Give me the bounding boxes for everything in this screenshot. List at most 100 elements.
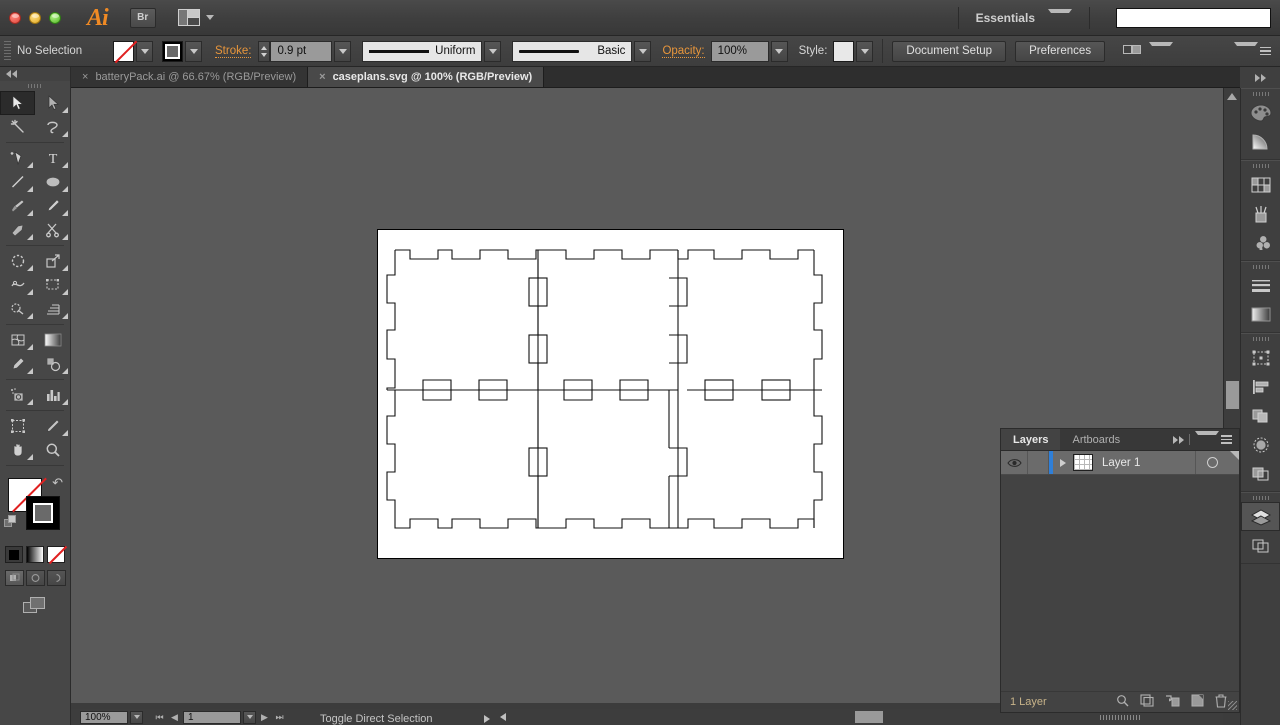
fill-color-swatch[interactable] <box>113 40 134 62</box>
slice-tool[interactable] <box>35 414 70 438</box>
blob-brush-tool[interactable] <box>0 218 35 242</box>
screen-mode-button[interactable] <box>23 597 47 615</box>
stroke-color-swatch[interactable] <box>162 40 183 62</box>
eye-icon[interactable] <box>1001 458 1027 468</box>
close-window-button[interactable] <box>9 11 21 24</box>
opacity-field[interactable]: 100% <box>710 40 769 62</box>
artboard[interactable] <box>377 229 844 559</box>
zoom-tool[interactable] <box>35 438 70 462</box>
color-panel-icon[interactable] <box>1241 98 1280 127</box>
free-transform-tool[interactable] <box>35 273 70 297</box>
align-panel-icon[interactable] <box>1241 372 1280 401</box>
stroke-weight-stepper[interactable] <box>258 40 271 62</box>
stroke-weight-dropdown-button[interactable] <box>334 40 352 62</box>
gradient-mode-button[interactable] <box>26 546 44 563</box>
transparency-panel-icon[interactable] <box>1241 430 1280 459</box>
vertical-scrollbar-thumb[interactable] <box>1226 381 1239 409</box>
stroke-profile-dropdown-button[interactable] <box>484 40 502 62</box>
dock-group-grip-2[interactable] <box>1241 161 1280 170</box>
lasso-tool[interactable] <box>35 115 70 139</box>
color-mode-button[interactable] <box>5 546 23 563</box>
arrange-documents-icon[interactable] <box>177 9 200 26</box>
panel-resize-handle[interactable] <box>1228 701 1237 710</box>
tab-artboards[interactable]: Artboards <box>1060 429 1132 450</box>
workspace-switcher[interactable]: Essentials <box>948 6 1104 29</box>
gradient-panel-icon[interactable] <box>1241 300 1280 329</box>
graphic-style-dropdown-button[interactable] <box>856 40 874 62</box>
stroke-dropdown-button[interactable] <box>185 40 202 62</box>
preferences-button[interactable]: Preferences <box>1015 40 1106 62</box>
gradient-tool[interactable] <box>35 328 70 352</box>
brush-definition-dropdown-button[interactable] <box>634 40 652 62</box>
close-tab-icon[interactable]: × <box>82 71 88 83</box>
pen-tool[interactable] <box>0 146 35 170</box>
fill-dropdown-button[interactable] <box>136 40 153 62</box>
scale-tool[interactable] <box>35 249 70 273</box>
transform-panel-icon[interactable] <box>1241 343 1280 372</box>
default-fill-stroke-icon[interactable] <box>4 515 17 528</box>
hand-tool[interactable] <box>0 438 35 462</box>
first-artboard-button[interactable]: ⏮ <box>153 711 166 724</box>
artboard-dropdown-button[interactable] <box>243 710 256 724</box>
swatches-panel-icon[interactable] <box>1241 170 1280 199</box>
pencil-tool[interactable] <box>35 194 70 218</box>
layers-panel-icon[interactable] <box>1241 502 1280 531</box>
brush-definition-dropdown[interactable]: Basic <box>512 40 633 62</box>
last-artboard-button[interactable]: ⏭ <box>273 711 286 724</box>
create-new-layer-icon[interactable] <box>1191 694 1204 710</box>
dock-group-grip-5[interactable] <box>1241 493 1280 502</box>
artboard-number-field[interactable]: 1 <box>183 710 241 724</box>
width-tool[interactable] <box>0 273 35 297</box>
opacity-dropdown-button[interactable] <box>770 40 788 62</box>
document-setup-button[interactable]: Document Setup <box>892 40 1007 62</box>
zoom-level-field[interactable]: 100% <box>80 710 128 724</box>
blend-tool[interactable] <box>35 352 70 376</box>
column-graph-tool[interactable] <box>35 383 70 407</box>
artboards-panel-icon[interactable] <box>1241 531 1280 560</box>
layer-row-layer1[interactable]: Layer 1 <box>1001 451 1239 475</box>
minimize-window-button[interactable] <box>29 11 41 24</box>
shape-builder-tool[interactable] <box>0 297 35 321</box>
artboard-tool[interactable] <box>0 414 35 438</box>
appearance-panel-icon[interactable] <box>1241 459 1280 488</box>
select-similar-chevron-down-icon[interactable] <box>1149 42 1174 60</box>
expand-dock-icon[interactable] <box>1254 73 1266 82</box>
pathfinder-panel-icon[interactable] <box>1241 401 1280 430</box>
document-tab-batterypack[interactable]: × batteryPack.ai @ 66.67% (RGB/Preview) <box>71 67 309 87</box>
rotate-tool[interactable] <box>0 249 35 273</box>
draw-inside-button[interactable] <box>46 570 66 586</box>
symbol-sprayer-tool[interactable] <box>0 383 35 407</box>
dock-collapse-header[interactable] <box>1240 67 1280 88</box>
next-artboard-button[interactable]: ▶ <box>258 711 271 724</box>
none-mode-button[interactable] <box>47 546 65 563</box>
workspace-chevron-down-icon[interactable] <box>1048 8 1072 27</box>
perspective-grid-tool[interactable] <box>35 297 70 321</box>
stroke-weight-field[interactable]: 0.9 pt <box>270 40 333 62</box>
control-panel-menu-icon[interactable] <box>1234 42 1271 60</box>
draw-normal-button[interactable] <box>4 570 24 586</box>
stroke-panel-icon[interactable] <box>1241 271 1280 300</box>
arrange-dropdown-chevron-icon[interactable] <box>205 15 214 20</box>
document-tab-caseplans[interactable]: × caseplans.svg @ 100% (RGB/Preview) <box>308 67 545 87</box>
selection-tool[interactable] <box>0 91 35 115</box>
dock-group-grip-4[interactable] <box>1241 334 1280 343</box>
maximize-window-button[interactable] <box>49 11 61 24</box>
swap-fill-stroke-icon[interactable]: ↶ <box>52 476 63 489</box>
ellipse-tool[interactable] <box>35 170 70 194</box>
zoom-dropdown-button[interactable] <box>130 710 143 724</box>
panel-menu-icon[interactable] <box>1195 430 1232 449</box>
control-bar-grip[interactable] <box>4 40 11 62</box>
target-circle-icon[interactable] <box>1195 451 1229 474</box>
dock-group-grip[interactable] <box>1241 89 1280 98</box>
stroke-label[interactable]: Stroke: <box>215 45 252 58</box>
previous-artboard-button[interactable]: ◀ <box>168 711 181 724</box>
brushes-panel-icon[interactable] <box>1241 199 1280 228</box>
search-help-input[interactable] <box>1116 7 1271 28</box>
scroll-left-arrow-icon[interactable] <box>500 713 506 721</box>
toolbar-stroke-swatch[interactable] <box>26 496 60 530</box>
locate-object-icon[interactable] <box>1116 694 1129 710</box>
line-segment-tool[interactable] <box>0 170 35 194</box>
color-guide-panel-icon[interactable] <box>1241 127 1280 156</box>
eyedropper-tool[interactable] <box>0 352 35 376</box>
disclosure-triangle-icon[interactable] <box>1053 458 1073 467</box>
